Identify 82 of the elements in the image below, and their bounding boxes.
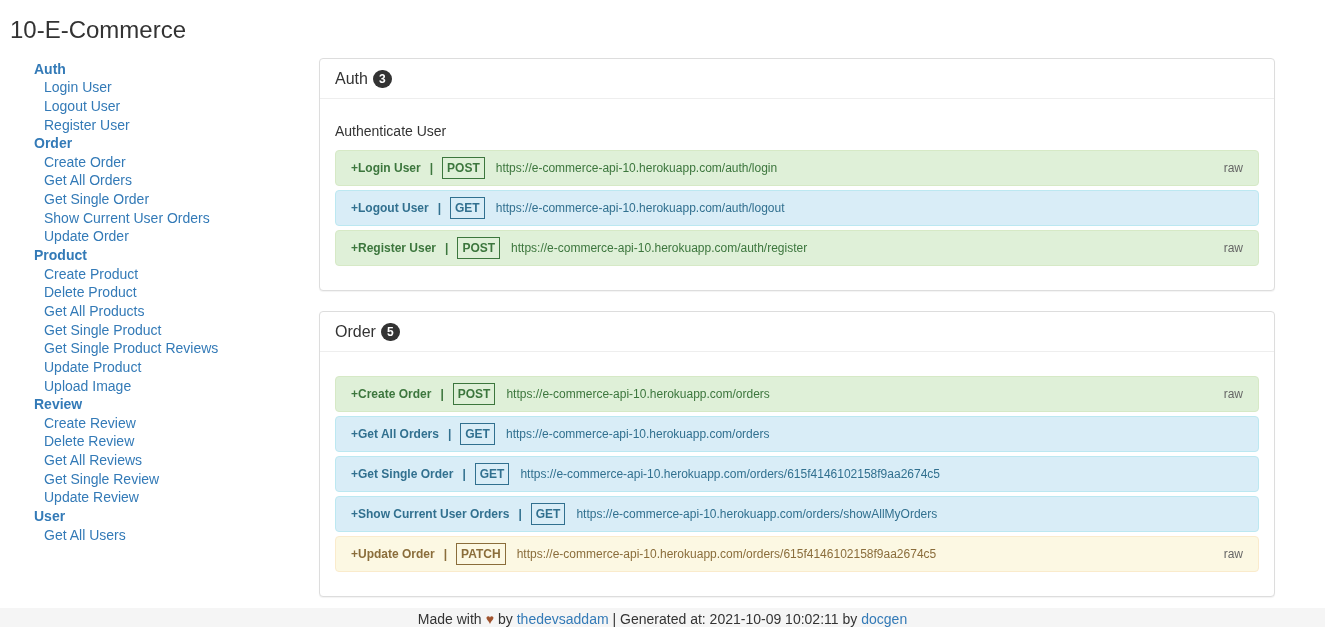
- method-label: GET: [450, 197, 485, 219]
- separator: |: [443, 547, 448, 561]
- method-label: GET: [460, 423, 495, 445]
- endpoint-url: https://e-commerce-api-10.herokuapp.com/auth/register: [511, 241, 808, 255]
- method-label: POST: [457, 237, 501, 259]
- sidebar-link[interactable]: Get All Orders: [44, 172, 132, 189]
- panel-title: Order: [335, 322, 376, 341]
- separator: |: [447, 427, 452, 441]
- sidebar-link[interactable]: Get Single Product Reviews: [44, 340, 219, 357]
- sidebar-link[interactable]: Logout User: [44, 97, 121, 114]
- sidebar-link[interactable]: Get All Products: [44, 302, 145, 319]
- section-description: Authenticate User: [335, 123, 448, 139]
- endpoint-name: +Update Order: [351, 547, 435, 561]
- endpoint-name: +Register User: [351, 241, 437, 255]
- author-link[interactable]: thedevsaddam: [516, 611, 609, 627]
- method-label: GET: [530, 503, 566, 525]
- separator: |: [462, 467, 466, 481]
- sidebar-link[interactable]: Get Single Review: [44, 470, 160, 487]
- sidebar-link[interactable]: Get Single Order: [44, 191, 150, 208]
- sidebar-group-link[interactable]: Review: [34, 396, 319, 413]
- endpoint-name: +Get All Orders: [351, 427, 439, 441]
- endpoint-row[interactable]: +Update Order | PATCH https://e-commerce-api-10.herokuapp.com/orders/615f4146102158f9aa2674c5 raw: [335, 536, 1259, 572]
- sidebar-link[interactable]: Create Review: [44, 414, 136, 431]
- generator-link[interactable]: docgen: [861, 611, 908, 627]
- sidebar-link[interactable]: Login User: [44, 79, 112, 96]
- endpoint-row[interactable]: +Get Single Order | GET https://e-commerce-api-10.herokuapp.com/orders/615f4146102158f9aa2674c5: [335, 456, 1259, 492]
- endpoint-row[interactable]: +Login User | POST https://e-commerce-api-10.herokuapp.com/auth/login raw: [335, 150, 1259, 186]
- sidebar-link[interactable]: Get All Users: [44, 526, 126, 543]
- sidebar-group-link[interactable]: Auth: [34, 60, 319, 77]
- sidebar-link[interactable]: Create Order: [44, 153, 126, 170]
- raw-link[interactable]: raw: [1223, 387, 1243, 401]
- sidebar-group-link[interactable]: Product: [34, 247, 319, 264]
- endpoint-row[interactable]: +Logout User | GET https://e-commerce-api-10.herokuapp.com/auth/logout: [335, 190, 1259, 226]
- sidebar-link[interactable]: Upload Image: [44, 377, 132, 394]
- sidebar-link[interactable]: Register User: [44, 116, 130, 133]
- sidebar-link[interactable]: Create Product: [44, 265, 139, 282]
- separator: |: [437, 201, 442, 215]
- endpoint-name: +Show Current User Orders: [351, 507, 510, 521]
- heart-symbol: ♥: [485, 611, 494, 627]
- raw-link[interactable]: raw: [1223, 161, 1243, 175]
- separator: |: [440, 387, 444, 401]
- page-title: 10-E-Commerce: [9, 15, 188, 44]
- panel-title: Auth: [335, 69, 368, 88]
- sidebar-link[interactable]: Show Current User Orders: [44, 209, 210, 226]
- endpoint-row[interactable]: +Show Current User Orders | GET https://e-commerce-api-10.herokuapp.com/orders/showAllMyOrders: [335, 496, 1259, 532]
- endpoint-url: https://e-commerce-api-10.herokuapp.com/orders: [506, 387, 770, 401]
- endpoint-name: +Logout User: [351, 201, 429, 215]
- method-label: PATCH: [456, 543, 506, 565]
- sidebar-group-link[interactable]: Order: [34, 135, 319, 152]
- footer-text: | Generated at: 2021-10-09 10:02:11 by: [612, 611, 858, 627]
- count-badge: 5: [380, 322, 400, 341]
- endpoint-row[interactable]: +Register User | POST https://e-commerce-api-10.herokuapp.com/auth/register raw: [335, 230, 1259, 266]
- endpoint-url: https://e-commerce-api-10.herokuapp.com/auth/logout: [495, 201, 785, 215]
- endpoint-row[interactable]: +Create Order | POST https://e-commerce-api-10.herokuapp.com/orders raw: [335, 376, 1259, 412]
- endpoint-url: https://e-commerce-api-10.herokuapp.com/orders/615f4146102158f9aa2674c5: [516, 547, 937, 561]
- endpoint-url: https://e-commerce-api-10.herokuapp.com/orders/showAllMyOrders: [576, 507, 938, 521]
- sidebar-link[interactable]: Get All Reviews: [44, 452, 143, 469]
- endpoint-url: https://e-commerce-api-10.herokuapp.com/auth/login: [495, 161, 778, 175]
- sidebar-group-link[interactable]: User: [34, 508, 319, 524]
- method-label: POST: [442, 157, 485, 179]
- sidebar-link[interactable]: Delete Review: [44, 433, 135, 450]
- separator: |: [429, 161, 434, 175]
- endpoint-name: +Create Order: [351, 387, 432, 401]
- separator: |: [518, 507, 522, 521]
- endpoint-row[interactable]: +Get All Orders | GET https://e-commerce-api-10.herokuapp.com/orders: [335, 416, 1259, 452]
- sidebar-link[interactable]: Update Product: [44, 358, 142, 375]
- sidebar-link[interactable]: Update Order: [44, 228, 129, 245]
- sidebar-link[interactable]: Update Review: [44, 489, 139, 506]
- endpoint-name: +Login User: [351, 161, 421, 175]
- raw-link[interactable]: raw: [1223, 547, 1243, 561]
- endpoint-url: https://e-commerce-api-10.herokuapp.com/orders/615f4146102158f9aa2674c5: [520, 467, 940, 481]
- footer-text: Made with: [417, 611, 482, 627]
- count-badge: 3: [372, 69, 392, 88]
- sidebar-link[interactable]: Delete Product: [44, 284, 137, 301]
- raw-link[interactable]: raw: [1223, 241, 1243, 255]
- footer-text: by: [497, 611, 513, 627]
- method-label: POST: [452, 383, 496, 405]
- endpoint-name: +Get Single Order: [351, 467, 454, 481]
- endpoint-url: https://e-commerce-api-10.herokuapp.com/orders: [505, 427, 770, 441]
- method-label: GET: [474, 463, 510, 485]
- separator: |: [445, 241, 449, 255]
- sidebar-link[interactable]: Get Single Product: [44, 321, 162, 338]
